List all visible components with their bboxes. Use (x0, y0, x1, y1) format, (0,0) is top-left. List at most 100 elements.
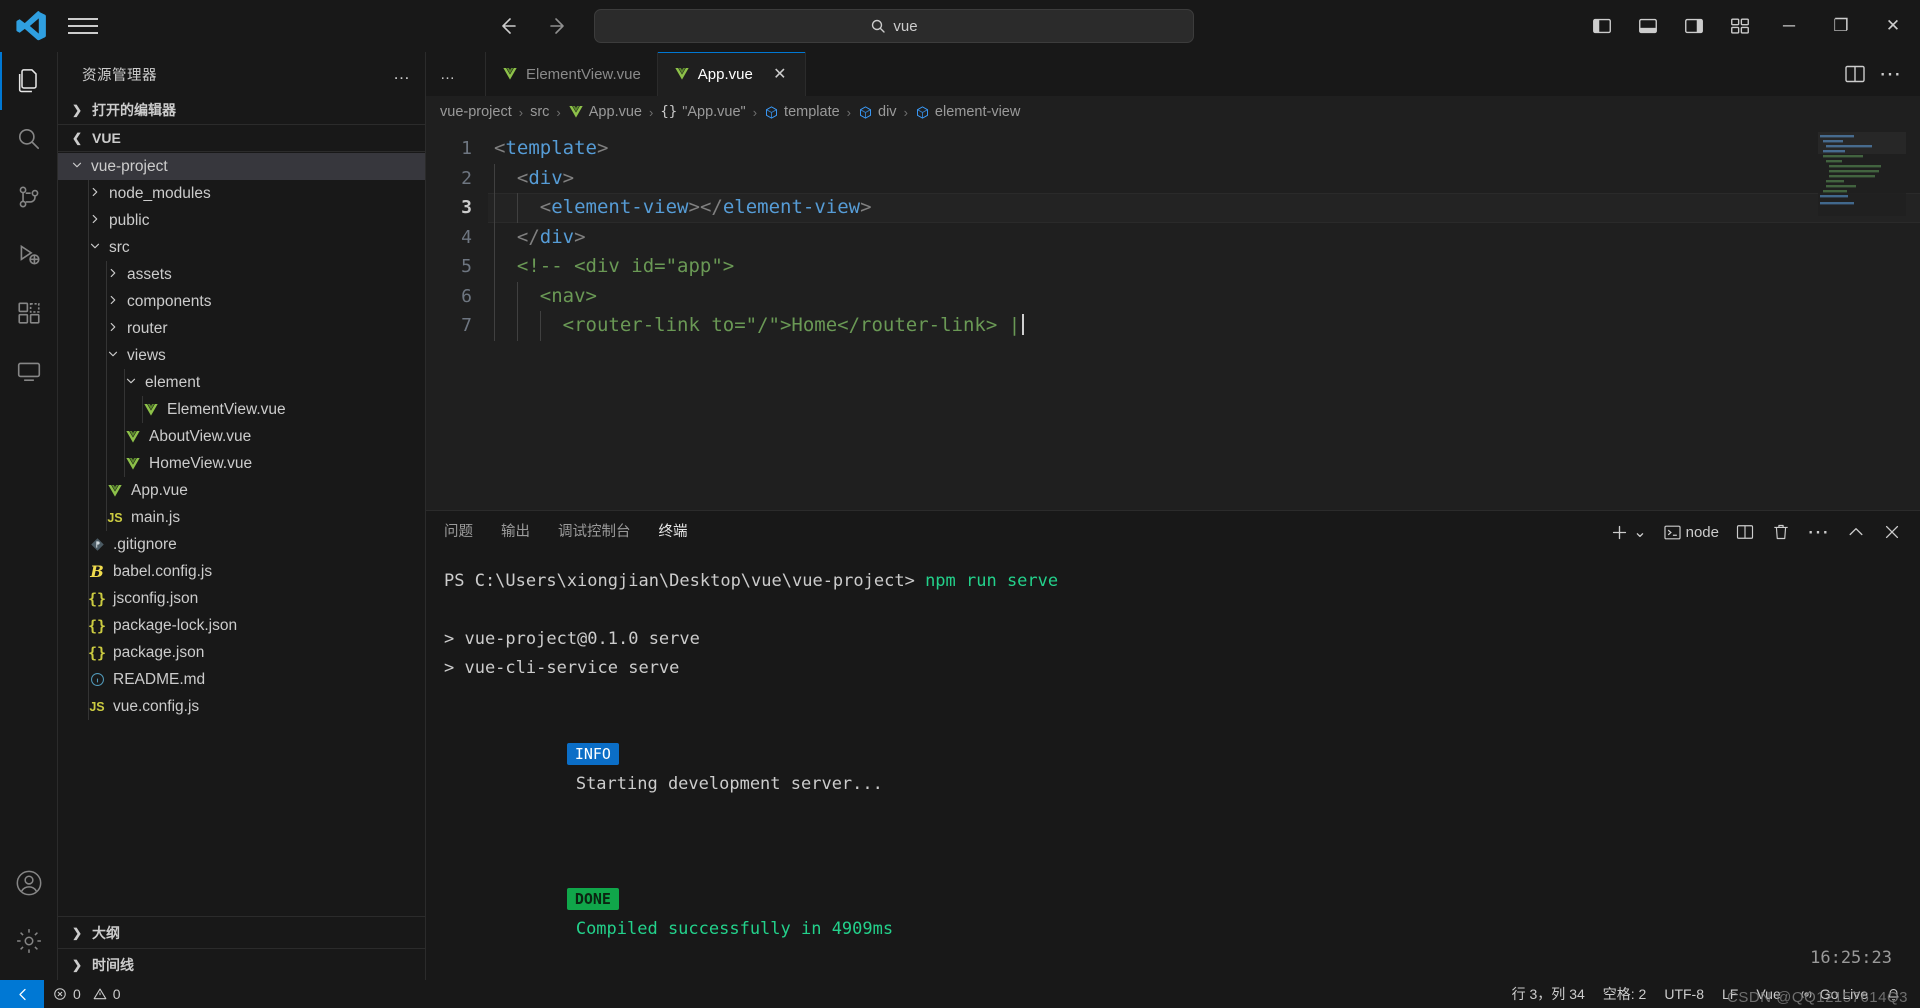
code-line[interactable]: <div> (488, 163, 1920, 193)
vue-file-icon (568, 104, 584, 120)
panel-tab[interactable]: 问题 (444, 520, 473, 545)
panel-close-icon[interactable] (1882, 522, 1902, 542)
panel-bottom-icon[interactable] (1628, 6, 1668, 46)
breadcrumb-item-template[interactable]: template (764, 104, 840, 120)
tree-item-babel.config.js[interactable]: Bbabel.config.js (58, 558, 425, 585)
code-line[interactable]: <!-- <div id="app"> (488, 252, 1920, 282)
breadcrumb-item-element-view[interactable]: element-view (915, 104, 1020, 120)
code-line[interactable]: </div> (488, 222, 1920, 252)
breadcrumb-item-vue-project[interactable]: vue-project (440, 104, 512, 120)
breadcrumb-item-app-vue[interactable]: App.vue (568, 104, 642, 120)
minimap[interactable] (1818, 132, 1906, 216)
activity-bar-item-extensions[interactable] (0, 284, 58, 342)
tree-item-jsconfig.json[interactable]: {} jsconfig.json (58, 585, 425, 612)
section-workspace[interactable]: ❮ VUE (58, 124, 425, 152)
json-file-icon: {} (87, 589, 107, 608)
remote-window-button[interactable] (0, 980, 44, 1008)
terminal-shell-selector[interactable]: node (1663, 523, 1719, 542)
activity-bar-item-remote-explorer[interactable] (0, 342, 58, 400)
activity-bar-item-run-and-debug[interactable] (0, 226, 58, 284)
tree-item-.gitignore[interactable]: .gitignore (58, 531, 425, 558)
hamburger-menu-icon[interactable] (68, 9, 102, 43)
code-line[interactable]: <router-link to="/">Home</router-link> | (488, 311, 1920, 341)
arrow-left-icon[interactable] (490, 9, 524, 43)
editor-tab-app-vue[interactable]: App.vue ✕ (657, 52, 806, 96)
breadcrumb-item--app-vue-[interactable]: {} "App.vue" (660, 104, 745, 120)
code-line[interactable]: <nav> (488, 281, 1920, 311)
problems-status[interactable]: 0 0 (44, 980, 130, 1008)
code-line[interactable]: <template> (488, 134, 1920, 164)
tree-item-src[interactable]: src (58, 234, 425, 261)
section-outline[interactable]: ❯ 大纲 (58, 916, 425, 948)
tree-item-package-lock.json[interactable]: {} package-lock.json (58, 612, 425, 639)
tree-item-readme.md[interactable]: README.md (58, 666, 425, 693)
tab-overflow-more[interactable]: … (426, 52, 486, 96)
tree-indent-guide (106, 396, 107, 423)
more-actions-icon[interactable]: ⋯ (1879, 61, 1902, 87)
section-timeline[interactable]: ❯ 时间线 (58, 948, 425, 980)
tree-item-main.js[interactable]: JS main.js (58, 504, 425, 531)
tree-item-element[interactable]: element (58, 369, 425, 396)
done-text: Compiled successfully in 4909ms (575, 919, 894, 939)
tree-item-elementview.vue[interactable]: ElementView.vue (58, 396, 425, 423)
tree-item-router[interactable]: router (58, 315, 425, 342)
tree-item-homeview.vue[interactable]: HomeView.vue (58, 450, 425, 477)
tree-item-package.json[interactable]: {} package.json (58, 639, 425, 666)
arrow-right-icon[interactable] (542, 9, 576, 43)
line-number: 1 (461, 138, 472, 159)
tree-item-app.vue[interactable]: App.vue (58, 477, 425, 504)
breadcrumb-item-label: div (878, 104, 897, 120)
breadcrumb-item-div[interactable]: div (858, 104, 897, 120)
activity-bar-item-source-control[interactable] (0, 168, 58, 226)
tree-item-components[interactable]: components (58, 288, 425, 315)
new-terminal-button[interactable]: ⌄ (1610, 522, 1647, 542)
panel-tab[interactable]: 输出 (501, 520, 530, 545)
tree-item-vue-project[interactable]: vue-project (58, 153, 425, 180)
chevron-down-icon (68, 159, 86, 174)
kill-terminal-icon[interactable] (1771, 522, 1791, 542)
panel-left-icon[interactable] (1582, 6, 1622, 46)
activity-bar-item-search[interactable] (0, 110, 58, 168)
sidebar-more-actions-icon[interactable]: … (393, 64, 411, 84)
editor-tab-close-icon[interactable]: ✕ (771, 64, 789, 84)
text-cursor (1022, 314, 1025, 335)
panel-maximize-chevron-up-icon[interactable] (1846, 522, 1866, 542)
split-terminal-icon[interactable] (1735, 522, 1755, 542)
search-input[interactable]: vue (594, 9, 1194, 43)
indent-guide (516, 281, 518, 311)
activity-bar-item-settings[interactable] (0, 912, 58, 970)
cursor-position-status[interactable]: 行 3，列 34 (1503, 980, 1594, 1008)
maximize-button[interactable]: ❐ (1818, 0, 1864, 52)
tree-item-aboutview.vue[interactable]: AboutView.vue (58, 423, 425, 450)
tree-item-node-modules[interactable]: node_modules (58, 180, 425, 207)
tree-item-public[interactable]: public (58, 207, 425, 234)
info-text: Starting development server... (575, 774, 883, 794)
encoding-status[interactable]: UTF-8 (1655, 980, 1713, 1008)
panel-tab[interactable]: 调试控制台 (558, 520, 631, 545)
panel-tabs: 问题 输出 调试控制台 终端 (444, 520, 688, 554)
activity-bar-item-accounts[interactable] (0, 854, 58, 912)
customize-layout-icon[interactable] (1720, 6, 1760, 46)
code-content[interactable]: <template> <div> <element-view></element… (488, 128, 1920, 510)
close-button[interactable]: ✕ (1870, 0, 1916, 52)
activity-bar-item-explorer[interactable] (0, 52, 58, 110)
breadcrumb-item-src[interactable]: src (530, 104, 549, 120)
split-editor-icon[interactable] (1843, 62, 1867, 86)
tree-indent-guide (88, 261, 89, 288)
indentation-status[interactable]: 空格: 2 (1594, 980, 1656, 1008)
code-editor[interactable]: 1 2 3 4 5 6 7 <template> <div> <element-view><… (426, 128, 1920, 510)
code-line[interactable]: <element-view></element-view> (488, 193, 1920, 223)
editor-tab-elementview-vue[interactable]: ElementView.vue (486, 52, 658, 96)
panel-right-icon[interactable] (1674, 6, 1714, 46)
tree-item-assets[interactable]: assets (58, 261, 425, 288)
section-open-editors[interactable]: ❯ 打开的编辑器 (58, 96, 425, 124)
source-control-icon (19, 186, 38, 208)
terminal-output[interactable]: PS C:\Users\xiongjian\Desktop\vue\vue-pr… (426, 553, 1920, 980)
panel-more-actions-icon[interactable]: ⋯ (1807, 519, 1830, 545)
tree-item-vue.config.js[interactable]: JS vue.config.js (58, 693, 425, 720)
tree-item-views[interactable]: views (58, 342, 425, 369)
tree-indent-guide (106, 288, 107, 315)
tree-item-label: vue-project (91, 157, 168, 175)
panel-tab[interactable]: 终端 (658, 520, 688, 554)
minimize-button[interactable]: ─ (1766, 0, 1812, 52)
